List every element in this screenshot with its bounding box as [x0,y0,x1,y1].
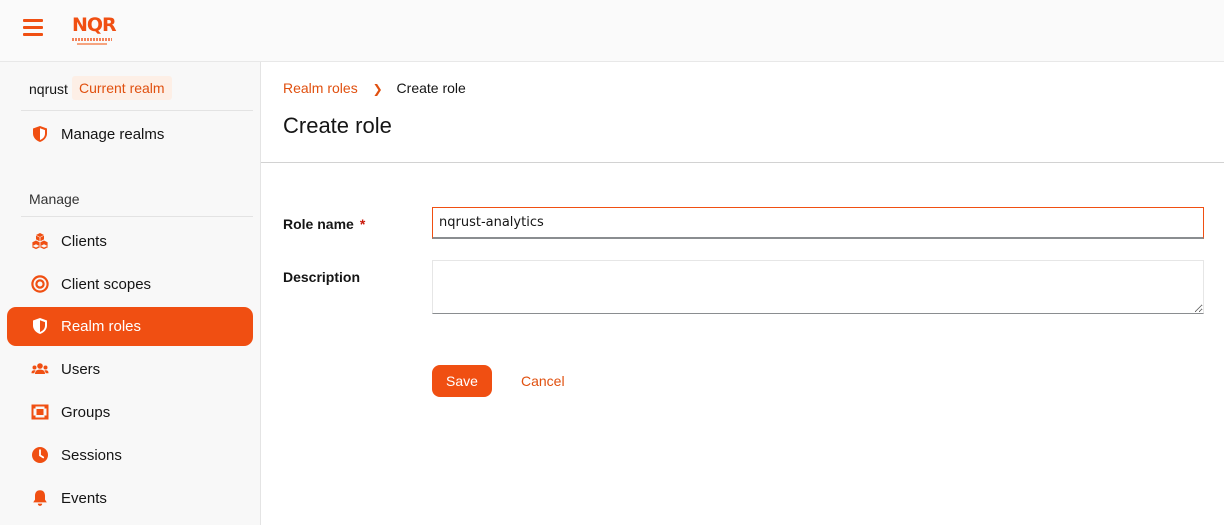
current-realm-badge: Current realm [72,76,172,100]
sidebar-item-sessions[interactable]: Sessions [7,436,253,475]
breadcrumb-current: Create role [396,80,466,96]
sidebar-item-manage-realms[interactable]: Manage realms [7,115,253,154]
sidebar-item-label: Sessions [61,447,122,464]
description-textarea[interactable] [432,260,1204,314]
sidebar-divider [21,110,253,111]
sidebar-item-clients[interactable]: Clients [7,222,253,261]
role-name-label: Role name * [283,216,365,232]
breadcrumb: Realm roles ❯ Create role [283,80,466,96]
masthead: NQR [0,0,1224,62]
sidebar-item-events[interactable]: Events [7,479,253,518]
bell-icon [33,490,47,506]
required-asterisk: * [359,216,366,232]
chevron-right-icon: ❯ [372,82,383,96]
shield-icon [33,318,47,334]
sidebar-item-label: Events [61,490,107,507]
target-icon [31,275,49,293]
manage-section-label: Manage [29,191,80,207]
groups-icon [31,404,49,420]
role-name-label-text: Role name [283,216,354,232]
cubes-icon [32,233,48,250]
hamburger-menu-icon[interactable] [23,19,43,36]
sidebar-item-label: Groups [61,404,111,421]
sidebar-item-users[interactable]: Users [7,350,253,389]
role-name-input[interactable] [432,207,1204,239]
main-content: Realm roles ❯ Create role Create role Ro… [261,62,1224,525]
realm-selector[interactable]: nqrust Current realm [0,62,261,111]
users-icon [31,363,49,374]
page-title: Create role [283,113,392,138]
brand-logo[interactable]: NQR [72,14,117,46]
description-label: Description [283,269,361,285]
breadcrumb-link-realm-roles[interactable]: Realm roles [283,80,358,96]
sidebar-item-label: Clients [61,233,107,250]
sidebar: nqrust Current realm Manage realms Manag… [0,62,261,525]
sidebar-item-label: Manage realms [61,126,165,143]
realm-name: nqrust [29,81,68,97]
sidebar-item-client-scopes[interactable]: Client scopes [7,265,253,304]
sidebar-item-label: Client scopes [61,276,152,293]
clock-icon [32,447,48,463]
sidebar-item-label: Realm roles [61,318,142,335]
logo-text: NQR [72,14,117,36]
cancel-button[interactable]: Cancel [507,365,579,397]
save-button[interactable]: Save [432,365,492,397]
shield-icon [33,126,47,142]
header-divider [261,162,1224,163]
sidebar-item-label: Users [61,361,101,378]
sidebar-item-realm-roles[interactable]: Realm roles [7,307,253,346]
sidebar-item-groups[interactable]: Groups [7,393,253,432]
sidebar-divider [21,216,253,217]
